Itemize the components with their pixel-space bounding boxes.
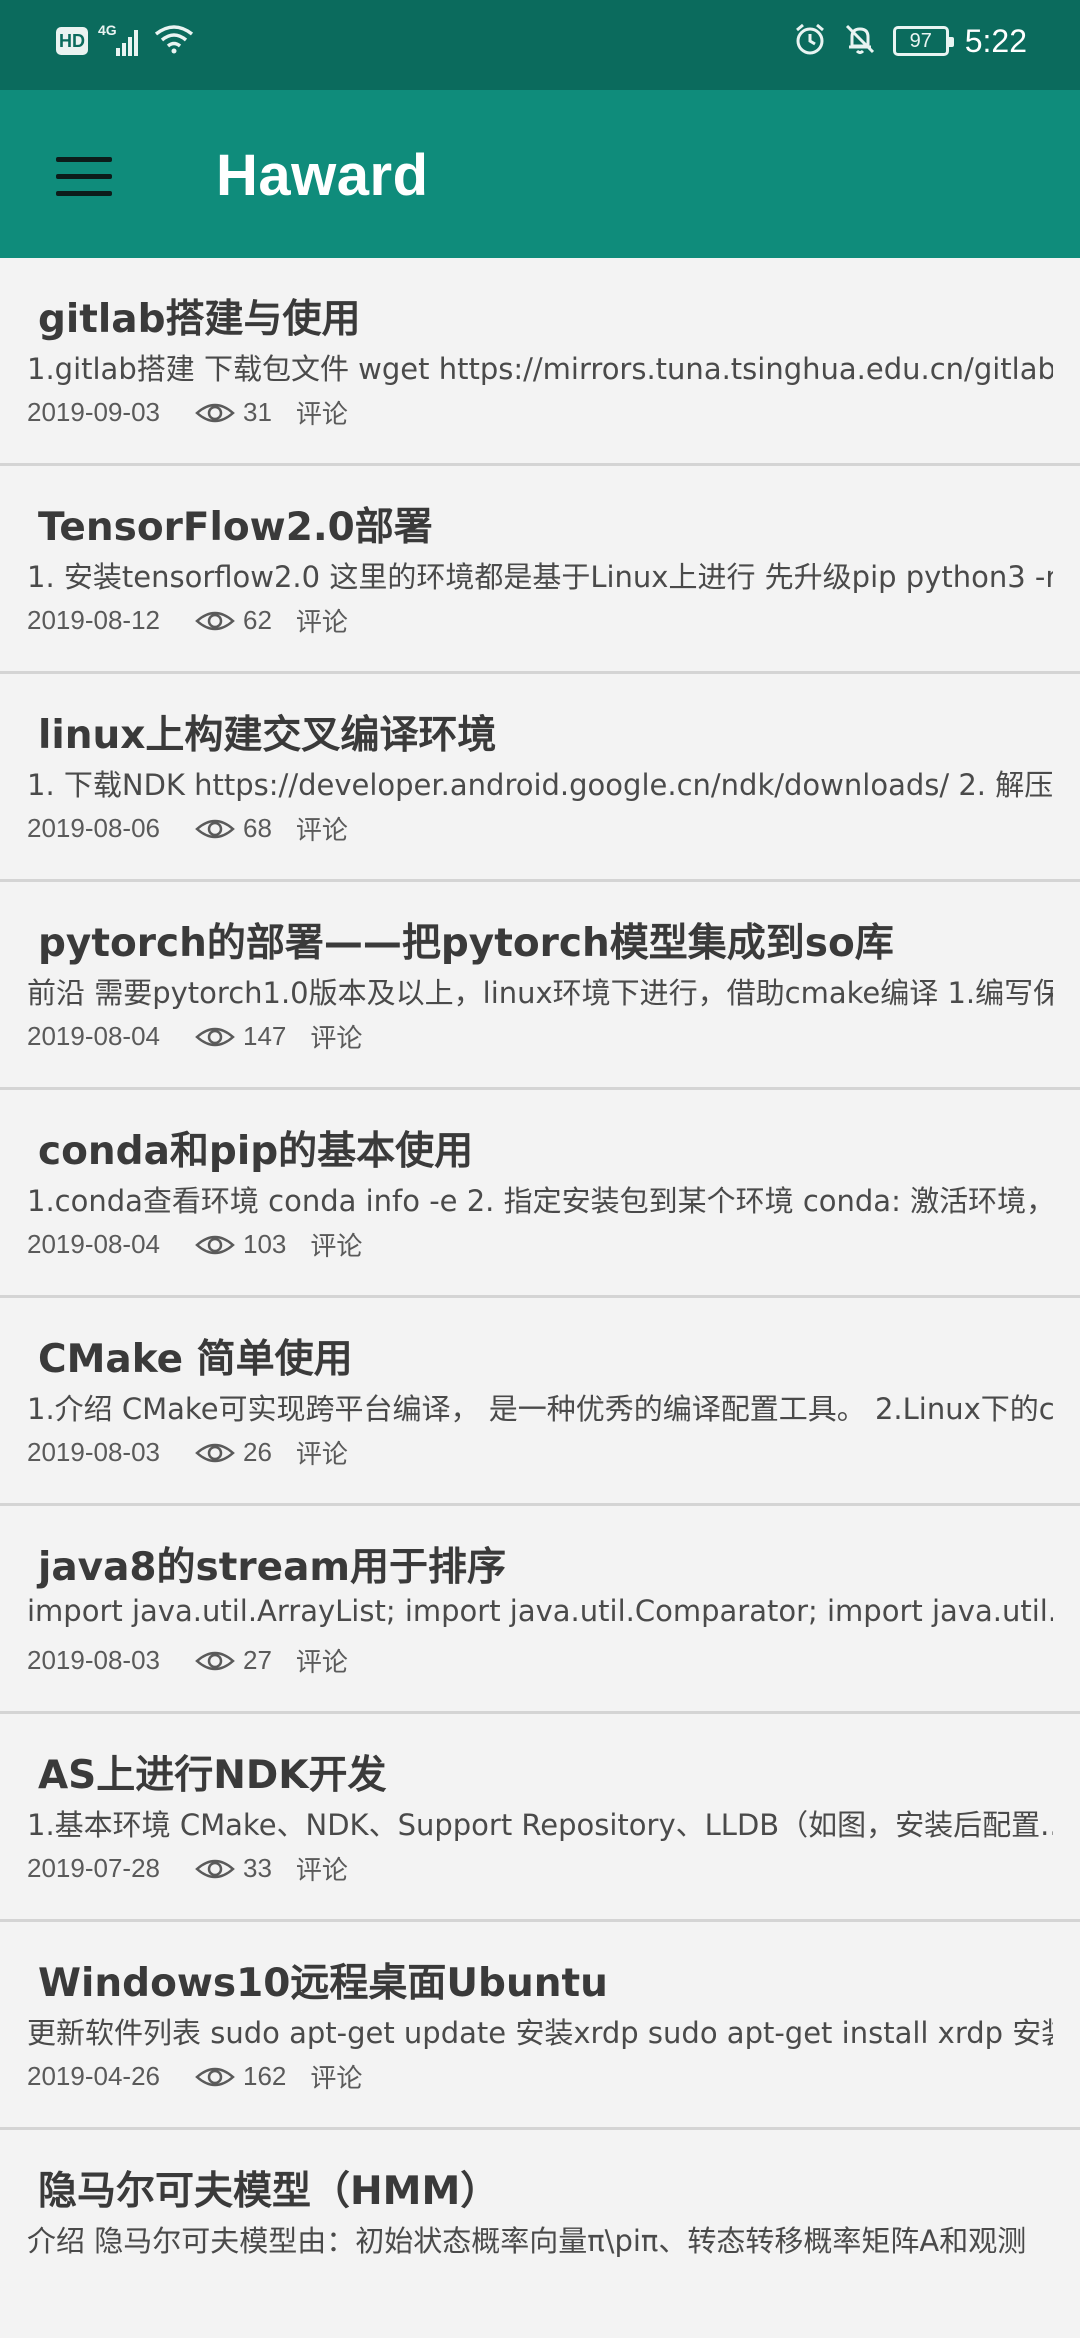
article-date: 2019-08-04 (27, 1021, 160, 1051)
mute-notification-icon (843, 22, 877, 60)
comment-link[interactable]: 评论 (296, 602, 348, 639)
article-title[interactable]: conda和pip的基本使用 (38, 1120, 473, 1176)
article-item[interactable]: linux上构建交叉编译环境 1. 下载NDK https://develope… (0, 674, 1080, 882)
article-date: 2019-04-26 (27, 2061, 160, 2091)
eye-icon (195, 1443, 235, 1462)
wifi-icon (154, 24, 194, 58)
article-views: 62 (243, 605, 272, 635)
article-summary: 介绍 隐马尔可夫模型由：初始状态概率向量π\piπ、转态转移概率矩阵A和观测 (27, 2224, 1027, 2258)
article-meta: 2019-04-26 162 评论 (27, 2058, 362, 2095)
article-summary: 前沿 需要pytorch1.0版本及以上，linux环境下进行，借助cmake编… (27, 976, 1053, 1010)
article-date: 2019-08-12 (27, 605, 160, 635)
battery-level: 97 (909, 29, 932, 52)
alarm-icon (793, 22, 827, 60)
article-item[interactable]: java8的stream用于排序 import java.util.ArrayL… (0, 1506, 1080, 1714)
article-item[interactable]: Windows10远程桌面Ubuntu 更新软件列表 sudo apt-get … (0, 1922, 1080, 2130)
article-views: 26 (243, 1437, 272, 1467)
article-item[interactable]: 隐马尔可夫模型（HMM） 介绍 隐马尔可夫模型由：初始状态概率向量π\piπ、转… (0, 2130, 1080, 2338)
status-bar: HD 4G 97 5:22 (0, 0, 1080, 90)
status-left-icons: HD 4G (56, 22, 194, 58)
menu-button[interactable] (38, 140, 130, 212)
article-meta: 2019-08-04 147 评论 (27, 1018, 362, 1055)
article-summary: 1. 安装tensorflow2.0 这里的环境都是基于Linux上进行 先升级… (27, 560, 1053, 594)
eye-icon (195, 611, 235, 630)
article-title[interactable]: gitlab搭建与使用 (38, 288, 361, 344)
comment-link[interactable]: 评论 (310, 1018, 362, 1055)
article-date: 2019-08-04 (27, 1229, 160, 1259)
comment-link[interactable]: 评论 (296, 810, 348, 847)
comment-link[interactable]: 评论 (296, 1434, 348, 1471)
article-views: 27 (243, 1645, 272, 1675)
eye-icon (195, 403, 235, 422)
article-meta: 2019-07-28 33 评论 (27, 1850, 348, 1887)
menu-icon-line (56, 173, 112, 179)
eye-icon (195, 2067, 235, 2086)
article-summary: 1.介绍 CMake可实现跨平台编译， 是一种优秀的编译配置工具。 2.Linu… (27, 1392, 1053, 1426)
status-time: 5:22 (964, 22, 1027, 59)
eye-icon (195, 1235, 235, 1254)
eye-icon (195, 1027, 235, 1046)
app-title: Haward (216, 143, 429, 208)
battery-icon: 97 (892, 26, 954, 56)
article-date: 2019-07-28 (27, 1853, 160, 1883)
status-right-icons: 97 5:22 (793, 22, 1027, 60)
article-views: 31 (243, 397, 272, 427)
article-meta: 2019-08-03 26 评论 (27, 1434, 348, 1471)
hd-badge: HD (56, 27, 88, 55)
article-meta: 2019-08-12 62 评论 (27, 602, 348, 639)
article-item[interactable]: pytorch的部署——把pytorch模型集成到so库 前沿 需要pytorc… (0, 882, 1080, 1090)
article-title[interactable]: pytorch的部署——把pytorch模型集成到so库 (38, 912, 894, 968)
article-item[interactable]: CMake 简单使用 1.介绍 CMake可实现跨平台编译， 是一种优秀的编译配… (0, 1298, 1080, 1506)
article-date: 2019-08-03 (27, 1645, 160, 1675)
article-meta: 2019-08-04 103 评论 (27, 1226, 362, 1263)
eye-icon (195, 819, 235, 838)
article-views: 68 (243, 813, 272, 843)
article-views: 147 (243, 1021, 287, 1051)
article-date: 2019-08-03 (27, 1437, 160, 1467)
article-item[interactable]: conda和pip的基本使用 1.conda查看环境 conda info -e… (0, 1090, 1080, 1298)
comment-link[interactable]: 评论 (310, 2058, 362, 2095)
article-meta: 2019-09-03 31 评论 (27, 394, 348, 431)
article-views: 33 (243, 1853, 272, 1883)
article-title[interactable]: TensorFlow2.0部署 (38, 496, 433, 552)
article-summary: import java.util.ArrayList; import java.… (27, 1594, 1053, 1628)
signal-icon: 4G (98, 22, 144, 56)
article-title[interactable]: AS上进行NDK开发 (38, 1744, 387, 1800)
article-title[interactable]: Windows10远程桌面Ubuntu (38, 1952, 608, 2008)
article-date: 2019-09-03 (27, 397, 160, 427)
comment-link[interactable]: 评论 (296, 1642, 348, 1679)
comment-link[interactable]: 评论 (296, 1850, 348, 1887)
article-summary: 1. 下载NDK https://developer.android.googl… (27, 768, 1053, 802)
article-summary: 1.conda查看环境 conda info -e 2. 指定安装包到某个环境 … (27, 1184, 1053, 1218)
article-meta: 2019-08-06 68 评论 (27, 810, 348, 847)
article-title[interactable]: 隐马尔可夫模型（HMM） (38, 2160, 499, 2216)
menu-icon-line (56, 156, 112, 162)
menu-icon-line (56, 190, 112, 196)
comment-link[interactable]: 评论 (310, 1226, 362, 1263)
article-item[interactable]: AS上进行NDK开发 1.基本环境 CMake、NDK、Support Repo… (0, 1714, 1080, 1922)
article-views: 103 (243, 1229, 287, 1259)
article-summary: 1.基本环境 CMake、NDK、Support Repository、LLDB… (27, 1808, 1053, 1842)
article-date: 2019-08-06 (27, 813, 160, 843)
article-item[interactable]: gitlab搭建与使用 1.gitlab搭建 下载包文件 wget https:… (0, 258, 1080, 466)
comment-link[interactable]: 评论 (296, 394, 348, 431)
article-meta: 2019-08-03 27 评论 (27, 1642, 348, 1679)
article-title[interactable]: java8的stream用于排序 (38, 1536, 506, 1592)
app-bar: Haward (0, 90, 1080, 258)
article-title[interactable]: CMake 简单使用 (38, 1328, 353, 1384)
article-item[interactable]: TensorFlow2.0部署 1. 安装tensorflow2.0 这里的环境… (0, 466, 1080, 674)
article-list[interactable]: gitlab搭建与使用 1.gitlab搭建 下载包文件 wget https:… (0, 258, 1080, 2338)
article-summary: 1.gitlab搭建 下载包文件 wget https://mirrors.tu… (27, 352, 1053, 386)
eye-icon (195, 1859, 235, 1878)
eye-icon (195, 1651, 235, 1670)
article-views: 162 (243, 2061, 287, 2091)
article-summary: 更新软件列表 sudo apt-get update 安装xrdp sudo a… (27, 2016, 1053, 2050)
article-title[interactable]: linux上构建交叉编译环境 (38, 704, 496, 760)
